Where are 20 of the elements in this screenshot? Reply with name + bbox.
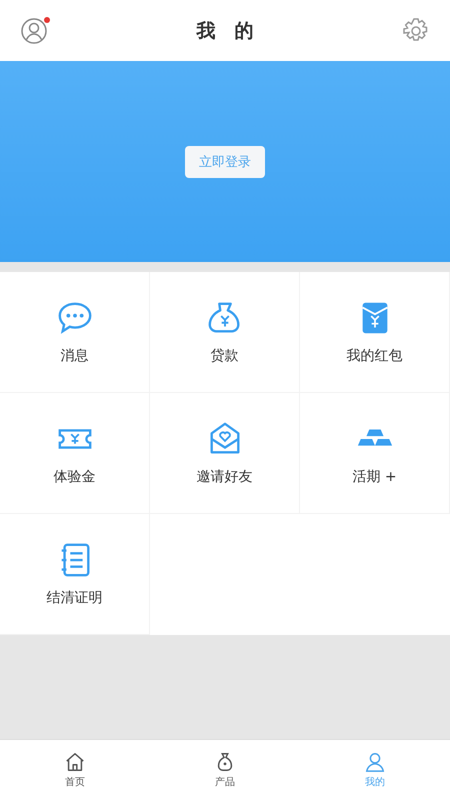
menu-item[interactable]: 结清证明: [0, 514, 150, 635]
menu-item[interactable]: 邀请好友: [150, 393, 300, 514]
menu-label: 体验金: [54, 468, 96, 486]
menu-label: 贷款: [210, 347, 238, 365]
menu-item[interactable]: 我的红包: [300, 272, 450, 393]
menu-item[interactable]: 体验金: [0, 393, 150, 514]
menu-label: 我的红包: [346, 347, 402, 365]
menu-label: 结清证明: [46, 589, 102, 607]
menu-item[interactable]: 活期 +: [300, 393, 450, 514]
tab[interactable]: 首页: [0, 740, 150, 800]
home-icon: [64, 751, 86, 773]
user-icon[interactable]: [20, 16, 48, 44]
page-title: 我 的: [196, 18, 254, 44]
menu-label: 邀请好友: [196, 468, 252, 486]
menu-item[interactable]: 消息: [0, 272, 150, 393]
menu-label: 消息: [60, 347, 88, 365]
menu-label: 活期 +: [352, 468, 397, 486]
menu-item[interactable]: 贷款: [150, 272, 300, 393]
tab[interactable]: 产品: [150, 740, 300, 800]
person-icon: [364, 751, 386, 773]
